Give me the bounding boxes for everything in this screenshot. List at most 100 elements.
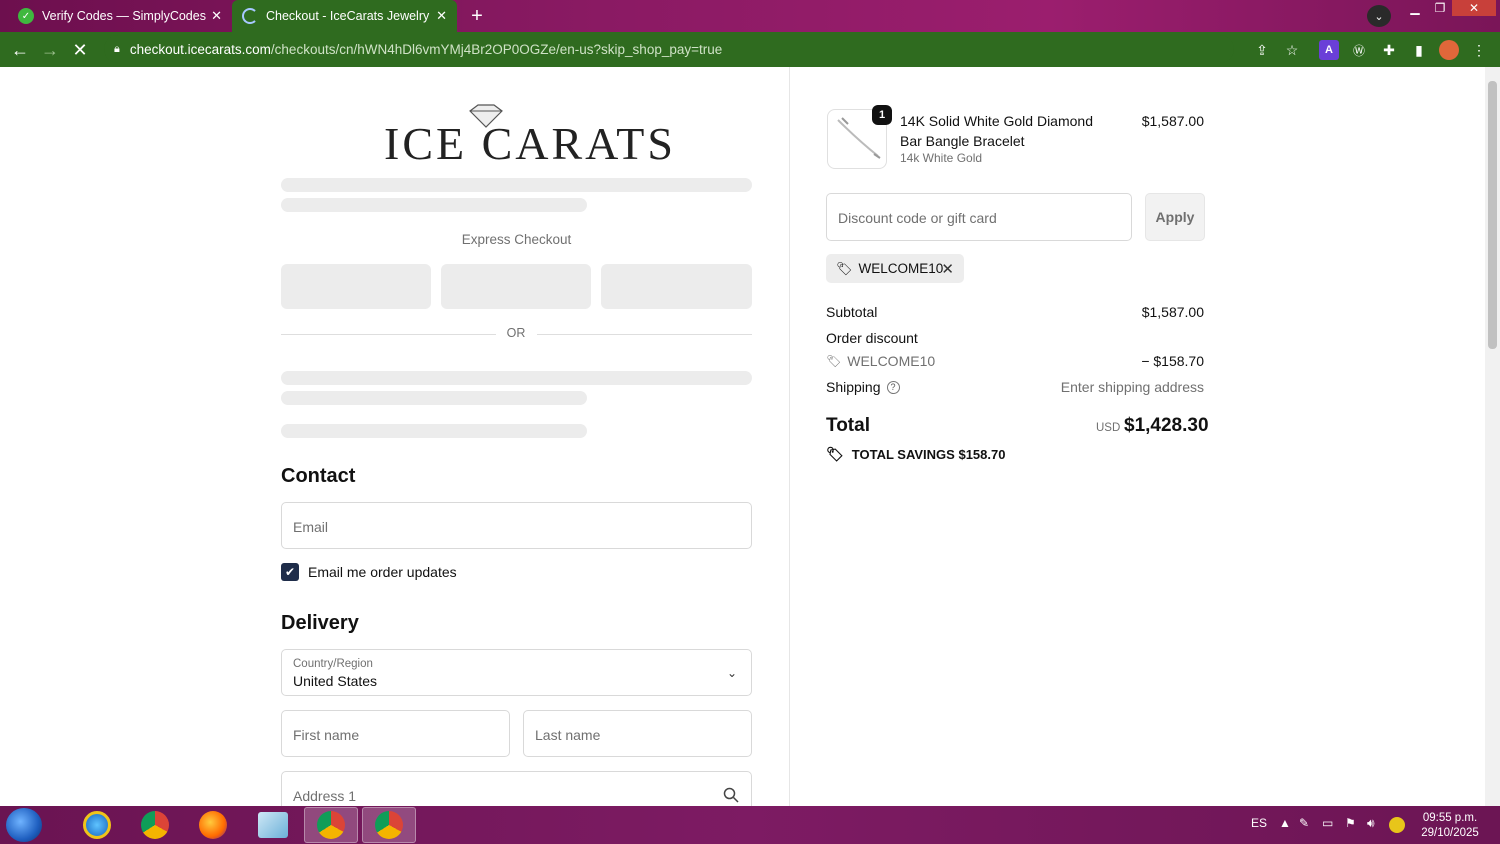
address-bar[interactable]: 🔒︎ checkout.icecarats.com/checkouts/cn/h… <box>104 35 1234 63</box>
savings-value: $158.70 <box>958 447 1006 462</box>
country-select[interactable]: Country/Region United States ⌄ <box>281 649 752 696</box>
volume-icon[interactable]: 🔊︎ <box>1367 816 1375 831</box>
first-name-field[interactable]: First name <box>281 710 510 757</box>
tab-title: Verify Codes — SimplyCodes <box>42 9 206 23</box>
tab-title: Checkout - IceCarats Jewelry <box>266 9 430 23</box>
chrome-window-icon[interactable] <box>362 807 416 843</box>
help-icon[interactable]: ? <box>886 380 900 394</box>
skeleton-line <box>281 198 587 212</box>
order-summary: 1 14K Solid White Gold Diamond Bar Bangl… <box>789 67 1485 806</box>
search-icon[interactable] <box>723 787 739 803</box>
express-pay-button-placeholder[interactable] <box>441 264 591 309</box>
divider-line <box>281 334 496 335</box>
icecarats-logo: ICE CARATS <box>384 103 673 169</box>
close-tab-icon[interactable]: ✕ <box>211 8 222 24</box>
or-label: OR <box>506 326 526 340</box>
pen-icon[interactable]: ✎ <box>1299 816 1309 830</box>
tab-icecarats[interactable]: Checkout - IceCarats Jewelry ✕ <box>232 0 457 32</box>
total-value: $1,428.30 <box>1124 415 1209 436</box>
extensions-puzzle-icon[interactable]: ✚ <box>1379 40 1399 60</box>
product-name: 14K Solid White Gold Diamond Bar Bangle … <box>900 113 1093 149</box>
share-icon[interactable]: ⇪ <box>1252 40 1272 60</box>
discount-value: − $158.70 <box>1141 353 1204 369</box>
language-indicator[interactable]: ES <box>1251 816 1267 830</box>
total-label: Total <box>826 415 870 436</box>
tag-icon: 🏷︎ <box>826 446 844 462</box>
app-icon[interactable] <box>246 807 300 843</box>
scrollbar-thumb[interactable] <box>1488 81 1497 349</box>
email-field[interactable]: Email <box>281 502 752 549</box>
discount-code: WELCOME10 <box>847 353 936 369</box>
page-scrollbar[interactable] <box>1485 67 1500 806</box>
side-panel-icon[interactable]: ▮ <box>1409 40 1429 60</box>
quantity-badge: 1 <box>872 105 892 125</box>
restore-window-icon[interactable]: ❐ <box>1428 0 1452 16</box>
chrome-icon[interactable] <box>128 807 182 843</box>
subtotal-label: Subtotal <box>826 304 878 320</box>
tag-icon: 🏷︎ <box>826 354 842 368</box>
country-label: Country/Region <box>293 658 373 670</box>
shipping-value: Enter shipping address <box>1060 379 1204 395</box>
tab-search-chevron-icon[interactable]: ⌄ <box>1367 5 1391 27</box>
back-arrow-icon[interactable]: ← <box>8 38 32 62</box>
extension-w-icon[interactable]: Ⓦ <box>1349 40 1369 60</box>
skeleton-line <box>281 424 587 438</box>
url-path: /checkouts/cn/hWN4hDl6vmYMj4Br2OP0OGZe/e… <box>270 41 723 57</box>
new-tab-button[interactable]: + <box>464 4 490 28</box>
express-checkout-label: Express Checkout <box>461 232 572 247</box>
close-window-icon[interactable]: ✕ <box>1452 0 1496 16</box>
forward-arrow-icon[interactable]: → <box>38 38 62 62</box>
email-updates-label: Email me order updates <box>308 564 457 580</box>
clock-time: 09:55 p.m. <box>1422 812 1478 824</box>
simplycodes-favicon-icon: ✓ <box>18 8 34 24</box>
browser-menu-icon[interactable]: ⋮ <box>1469 40 1489 60</box>
internet-explorer-icon[interactable] <box>70 807 124 843</box>
shipping-label: Shipping <box>826 379 881 395</box>
express-pay-button-placeholder[interactable] <box>601 264 752 309</box>
subtotal-value: $1,587.00 <box>1141 304 1204 320</box>
last-name-field[interactable]: Last name <box>523 710 752 757</box>
skeleton-line <box>281 371 752 385</box>
discount-code-input[interactable]: Discount code or gift card <box>826 193 1132 241</box>
checkout-page: ICE CARATS Express Checkout OR Contact E… <box>0 67 1500 806</box>
close-tab-icon[interactable]: ✕ <box>436 8 447 24</box>
bookmark-star-icon[interactable]: ☆ <box>1282 40 1302 60</box>
clock-date: 29/10/2025 <box>1421 827 1479 839</box>
network-icon[interactable]: ▭ <box>1322 816 1333 830</box>
discount-code-row: 🏷︎ WELCOME10 <box>826 353 935 369</box>
system-clock[interactable]: 09:55 p.m. 29/10/2025 <box>1414 811 1486 841</box>
country-value: United States <box>293 673 378 689</box>
checkout-main: ICE CARATS Express Checkout OR Contact E… <box>0 67 789 806</box>
tab-simplycodes[interactable]: ✓ Verify Codes — SimplyCodes ✕ <box>8 0 232 32</box>
checkmark-icon: ✔ <box>284 565 296 579</box>
skeleton-line <box>281 391 587 405</box>
apply-button[interactable]: Apply <box>1145 193 1205 241</box>
flag-icon[interactable]: ⚑ <box>1345 816 1356 830</box>
email-placeholder: Email <box>293 519 329 535</box>
chevron-down-icon: ⌄ <box>726 666 737 680</box>
windows-start-button[interactable] <box>6 808 42 842</box>
email-updates-checkbox[interactable]: ✔ <box>281 563 299 581</box>
profile-avatar[interactable] <box>1439 40 1459 60</box>
or-divider: OR <box>281 326 752 342</box>
first-name-placeholder: First name <box>293 727 360 743</box>
status-tray-icon[interactable] <box>1389 817 1405 833</box>
express-pay-button-placeholder[interactable] <box>281 264 431 309</box>
total-savings: 🏷︎ TOTAL SAVINGS $158.70 <box>826 446 1005 463</box>
browser-tab-strip: ✓ Verify Codes — SimplyCodes ✕ Checkout … <box>0 0 1500 32</box>
discount-placeholder: Discount code or gift card <box>838 210 997 226</box>
show-hidden-icons-icon[interactable]: ▲ <box>1279 816 1291 830</box>
product-price: $1,587.00 <box>1141 113 1204 129</box>
minimize-window-icon[interactable]: ▁ <box>1402 0 1428 16</box>
extension-a-icon[interactable]: A <box>1319 40 1339 60</box>
tag-icon: 🏷︎ <box>836 260 853 276</box>
remove-discount-icon[interactable]: ✕ <box>941 260 954 278</box>
url-host: checkout.icecarats.com <box>129 41 271 57</box>
address1-field[interactable]: Address 1 <box>281 771 752 806</box>
firefox-icon[interactable] <box>186 807 240 843</box>
lock-icon: 🔒︎ <box>114 42 120 55</box>
product-variant: 14k White Gold <box>900 151 983 165</box>
stop-loading-icon[interactable]: ✕ <box>68 38 92 62</box>
chrome-window-active-icon[interactable] <box>304 807 358 843</box>
logo-text: ICE CARATS <box>384 118 676 169</box>
